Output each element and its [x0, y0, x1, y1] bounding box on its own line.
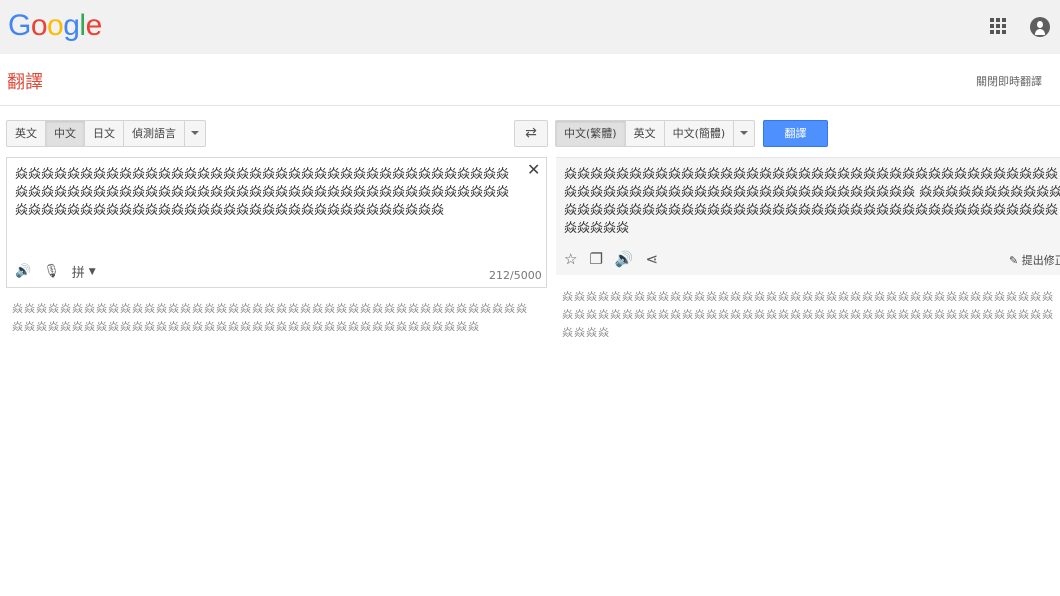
logo-letter: g: [63, 9, 80, 42]
google-logo[interactable]: Google: [8, 9, 102, 43]
target-language-bar: 中文(繁體) 英文 中文(簡體): [555, 120, 756, 147]
source-lang-dropdown-icon[interactable]: [185, 121, 205, 146]
target-lang-traditional-chinese[interactable]: 中文(繁體): [556, 121, 626, 146]
speaker-icon[interactable]: 🔊: [15, 264, 31, 279]
speaker-icon[interactable]: 🔊: [615, 250, 634, 268]
top-bar: Google: [0, 0, 1060, 54]
source-lang-detect[interactable]: 偵測語言: [124, 121, 185, 146]
ime-dropdown-icon[interactable]: ▼: [89, 267, 96, 277]
suggest-edit-label: 提出修正: [1021, 254, 1060, 267]
pencil-icon: ✎: [1009, 254, 1019, 267]
source-text-box[interactable]: 焱焱焱焱焱焱焱焱焱焱焱焱焱焱焱焱焱焱焱焱焱焱焱焱焱焱焱焱焱焱焱焱焱焱焱焱焱焱焱焱…: [6, 157, 547, 288]
suggest-edit-button[interactable]: ✎ 提出修正: [1009, 252, 1060, 268]
source-tools: 🔊 🎙 拼 ▼: [15, 262, 96, 281]
logo-letter: o: [30, 9, 48, 42]
ime-toggle[interactable]: 拼: [72, 262, 85, 281]
result-tools: ☆ ❐ 🔊 ⋖: [564, 250, 658, 268]
source-romanization: 焱焱焱焱焱焱焱焱焱焱焱焱焱焱焱焱焱焱焱焱焱焱焱焱焱焱焱焱焱焱焱焱焱焱焱焱焱焱焱焱…: [12, 302, 528, 333]
microphone-icon[interactable]: 🎙: [43, 264, 60, 279]
page-title: 翻譯: [7, 72, 43, 93]
target-lang-english[interactable]: 英文: [626, 121, 665, 146]
title-bar: [0, 54, 1060, 106]
source-lang-chinese[interactable]: 中文: [46, 121, 85, 146]
result-romanization: 焱焱焱焱焱焱焱焱焱焱焱焱焱焱焱焱焱焱焱焱焱焱焱焱焱焱焱焱焱焱焱焱焱焱焱焱焱焱焱焱…: [562, 290, 1054, 339]
copy-icon[interactable]: ❐: [589, 250, 602, 268]
logo-letter: e: [85, 9, 103, 42]
target-lang-dropdown-icon[interactable]: [734, 121, 754, 146]
logo-letter: G: [8, 9, 31, 42]
translate-button[interactable]: 翻譯: [763, 120, 828, 147]
logo-letter: o: [47, 9, 64, 42]
clear-text-icon[interactable]: ✕: [527, 160, 540, 179]
instant-translate-toggle[interactable]: 關閉即時翻譯: [976, 73, 1042, 89]
translation-result[interactable]: 焱焱焱焱焱焱焱焱焱焱焱焱焱焱焱焱焱焱焱焱焱焱焱焱焱焱焱焱焱焱焱焱焱焱焱焱焱焱焱焱…: [564, 166, 1060, 238]
account-avatar-icon[interactable]: [1030, 17, 1050, 37]
swap-languages-icon[interactable]: ⇄: [514, 120, 548, 147]
share-icon[interactable]: ⋖: [646, 250, 659, 268]
target-lang-simplified-chinese[interactable]: 中文(簡體): [665, 121, 735, 146]
source-lang-japanese[interactable]: 日文: [85, 121, 124, 146]
character-count: 212/5000: [489, 269, 542, 282]
star-icon[interactable]: ☆: [564, 250, 577, 268]
apps-grid-icon[interactable]: [990, 18, 1006, 34]
source-text-input[interactable]: 焱焱焱焱焱焱焱焱焱焱焱焱焱焱焱焱焱焱焱焱焱焱焱焱焱焱焱焱焱焱焱焱焱焱焱焱焱焱焱焱…: [15, 166, 515, 220]
source-lang-english[interactable]: 英文: [7, 121, 46, 146]
result-box: 焱焱焱焱焱焱焱焱焱焱焱焱焱焱焱焱焱焱焱焱焱焱焱焱焱焱焱焱焱焱焱焱焱焱焱焱焱焱焱焱…: [556, 157, 1060, 275]
source-language-bar: 英文 中文 日文 偵測語言: [6, 120, 206, 147]
